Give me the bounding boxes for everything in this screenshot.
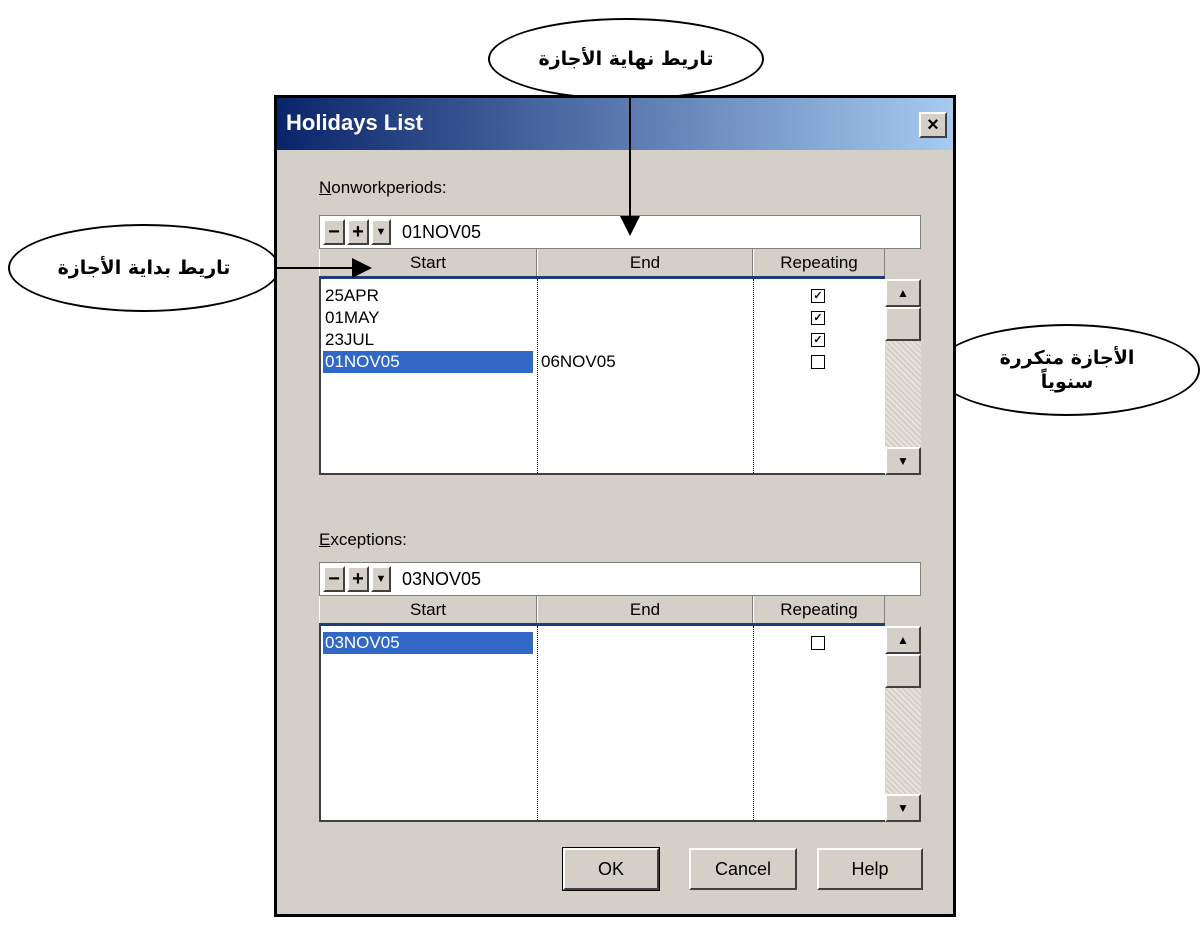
annotation-arrows bbox=[276, 96, 640, 278]
